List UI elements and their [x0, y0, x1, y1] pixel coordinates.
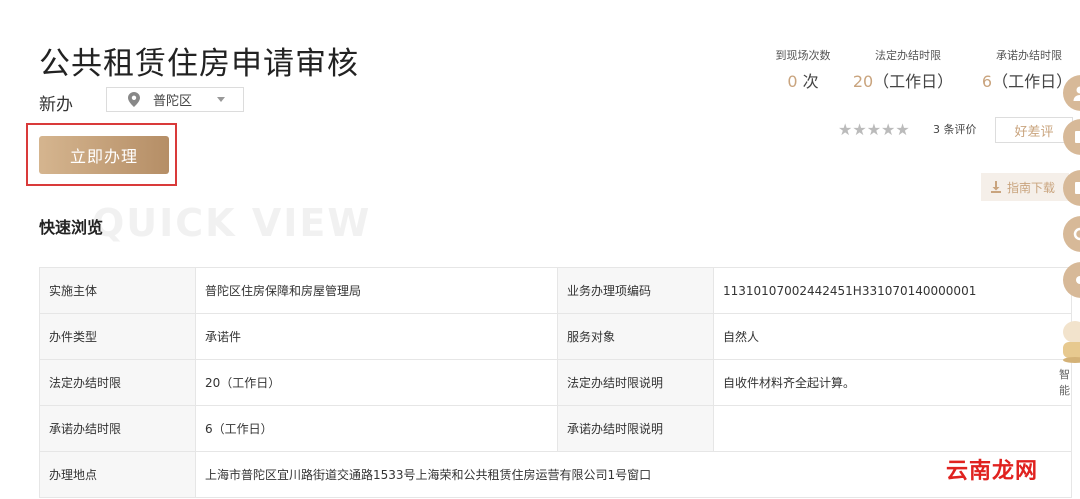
table-cell-key: 办理地点 — [39, 451, 196, 498]
download-icon — [990, 181, 1002, 193]
region-select-value: 普陀区 — [153, 94, 193, 109]
stat-value-legal-limit: 20（工作日） — [852, 72, 954, 91]
section-watermark: QUICK VIEW — [92, 201, 372, 245]
table-cell-value: 普陀区住房保障和房屋管理局 — [195, 267, 558, 314]
table-row: 办理地点 上海市普陀区宜川路街道交通路1533号上海荣和公共租赁住房运营有限公司… — [39, 451, 1072, 498]
guide-download-button[interactable]: 指南下载 — [981, 173, 1069, 201]
table-row: 办件类型 承诺件 服务对象 自然人 — [39, 313, 1072, 360]
table-cell-value: 自然人 — [713, 313, 1072, 360]
table-row: 承诺办结时限 6（工作日） 承诺办结时限说明 — [39, 405, 1072, 452]
table-cell-value: 20（工作日） — [195, 359, 558, 406]
table-cell-value: 承诺件 — [195, 313, 558, 360]
stat-label-promised-limit: 承诺办结时限 — [996, 49, 1062, 62]
table-cell-value: 上海市普陀区宜川路街道交通路1533号上海荣和公共租赁住房运营有限公司1号窗口 — [195, 451, 1072, 498]
table-row: 法定办结时限 20（工作日） 法定办结时限说明 自收件材料齐全起计算。 — [39, 359, 1072, 406]
settings-icon[interactable] — [1063, 216, 1080, 252]
guide-icon[interactable] — [1063, 170, 1080, 206]
chevron-down-icon — [217, 97, 225, 102]
table-cell-key: 服务对象 — [557, 313, 714, 360]
page-title: 公共租赁住房申请审核 — [39, 46, 359, 82]
floating-side-rail — [1063, 63, 1080, 323]
table-cell-value: 11310107002442451H331070140000001 — [713, 267, 1072, 314]
user-icon[interactable] — [1063, 75, 1080, 111]
table-cell-key: 法定办结时限 — [39, 359, 196, 406]
table-cell-key: 法定办结时限说明 — [557, 359, 714, 406]
table-cell-value: 自收件材料齐全起计算。 — [713, 359, 1072, 406]
table-cell-key: 办件类型 — [39, 313, 196, 360]
evaluate-button[interactable]: 好差评 — [995, 117, 1073, 143]
rating-stars: ★★★★★ — [838, 120, 910, 139]
table-cell-value: 6（工作日） — [195, 405, 558, 452]
table-cell-key: 承诺办结时限说明 — [557, 405, 714, 452]
review-count[interactable]: 3 条评价 — [933, 121, 977, 137]
assistant-robot-icon[interactable] — [1057, 318, 1080, 364]
section-title: 快速浏览 — [39, 218, 104, 237]
site-watermark: 云南龙网 — [946, 459, 1039, 484]
assistant-label: 智能 — [1059, 368, 1070, 397]
guide-download-label: 指南下载 — [1007, 180, 1056, 195]
stat-label-legal-limit: 法定办结时限 — [875, 49, 941, 62]
apply-now-button[interactable]: 立即办理 — [39, 136, 169, 174]
stat-label-visits: 到现场次数 — [775, 49, 831, 62]
service-type-badge: 新办 — [39, 95, 73, 115]
table-cell-value — [713, 405, 1072, 452]
table-cell-key: 实施主体 — [39, 267, 196, 314]
location-pin-icon — [127, 92, 141, 108]
info-table: 实施主体 普陀区住房保障和房屋管理局 业务办理项编码 1131010700244… — [39, 267, 1072, 498]
table-row: 实施主体 普陀区住房保障和房屋管理局 业务办理项编码 1131010700244… — [39, 267, 1072, 314]
region-select[interactable]: 普陀区 — [106, 87, 244, 112]
table-cell-key: 业务办理项编码 — [557, 267, 714, 314]
share-icon[interactable] — [1063, 262, 1080, 298]
document-icon[interactable] — [1063, 119, 1080, 155]
table-cell-key: 承诺办结时限 — [39, 405, 196, 452]
